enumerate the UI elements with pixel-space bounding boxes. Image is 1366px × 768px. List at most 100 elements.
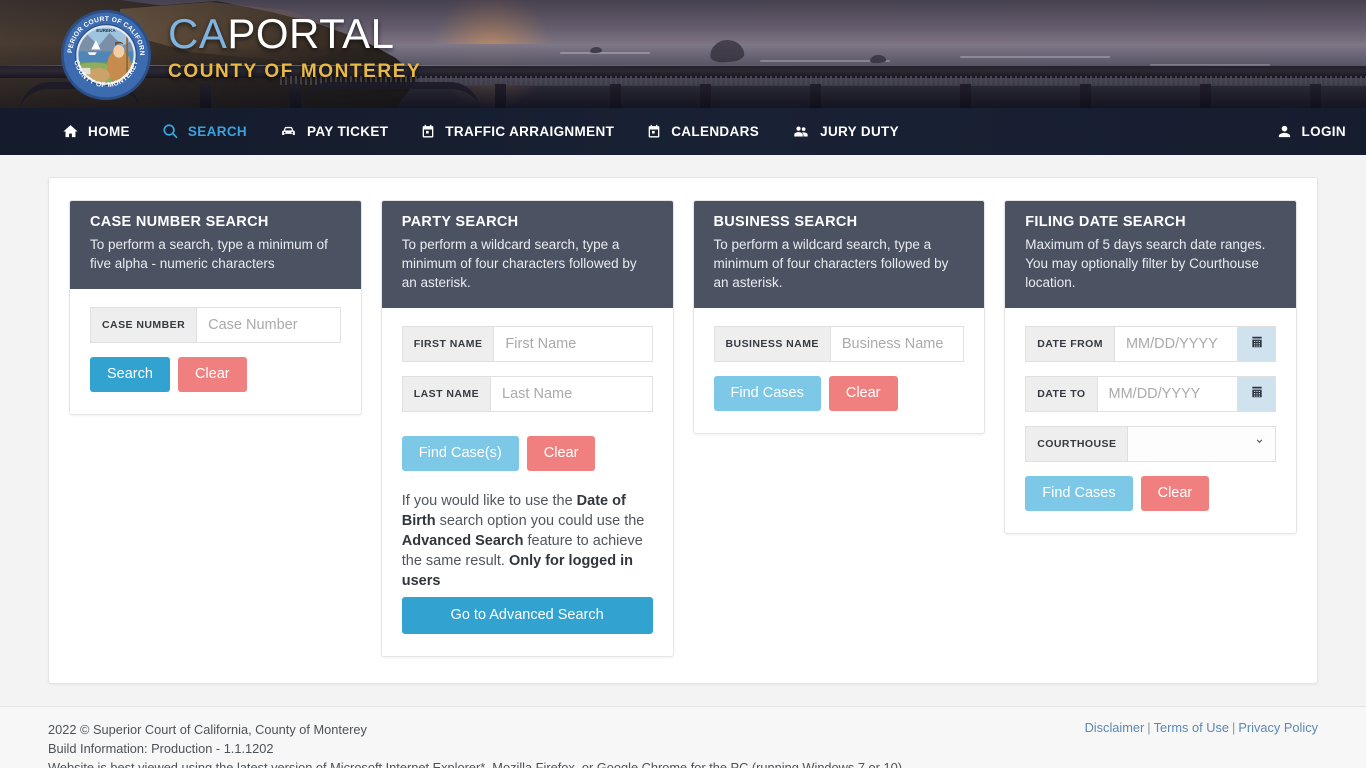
date-to-input-group: DATE TO [1025,376,1276,412]
date-to-calendar-button[interactable] [1238,376,1276,412]
party-advanced-search-hint: If you would like to use the Date of Bir… [402,491,653,591]
go-to-advanced-search-button[interactable]: Go to Advanced Search [401,596,653,634]
panel-header: PARTY SEARCH To perform a wildcard searc… [381,201,673,308]
hint-bold-advanced-search: Advanced Search [401,532,524,549]
business-name-input[interactable] [829,326,965,362]
people-icon [791,123,811,140]
search-icon [162,123,179,140]
brand-title: CAPORTAL [168,13,421,55]
footer-separator: | [1147,719,1151,735]
brand-prefix: CA [168,10,228,57]
nav-item-search[interactable]: SEARCH [162,123,247,140]
hint-part-2: search option you could use the [435,512,645,529]
panel-title: BUSINESS SEARCH [713,214,858,230]
footer-link-terms-of-use[interactable]: Terms of Use [1154,720,1229,735]
footer-build-info: Build Information: Production - 1.1.1202 [48,740,274,756]
panel-header: BUSINESS SEARCH To perform a wildcard se… [693,201,985,308]
courthouse-select[interactable] [1127,426,1276,462]
car-icon [279,123,298,140]
panel-description: To perform a wildcard search, type a min… [713,237,949,290]
date-to-input[interactable] [1096,376,1238,412]
person-icon [1276,123,1293,140]
date-from-input-group: DATE FROM [1025,326,1276,362]
nav-item-label: JURY DUTY [820,124,900,139]
date-from-calendar-button[interactable] [1238,326,1276,362]
page-body: CASE NUMBER SEARCH To perform a search, … [0,177,1366,684]
date-from-label: DATE FROM [1025,326,1114,362]
footer-links: Disclaimer | Terms of Use | Privacy Policy [1085,720,1318,735]
nav-item-calendars[interactable]: CALENDARS [646,123,759,140]
last-name-input[interactable] [490,376,653,412]
filing-date-clear-button[interactable]: Clear [1140,476,1210,511]
filing-date-find-cases-button[interactable]: Find Cases [1025,476,1133,511]
party-find-cases-button[interactable]: Find Case(s) [401,436,519,471]
panel-party-search: PARTY SEARCH To perform a wildcard searc… [380,200,674,657]
business-button-row: Find Cases Clear [713,376,965,411]
nav-item-label: HOME [88,124,130,139]
filing-date-button-row: Find Cases Clear [1025,476,1276,511]
footer-copyright: 2022 © Superior Court of California, Cou… [48,721,367,737]
panel-title: FILING DATE SEARCH [1025,214,1186,230]
first-name-input-group: FIRST NAME [401,326,653,362]
last-name-input-group: LAST NAME [401,376,653,412]
party-clear-button[interactable]: Clear [526,436,596,471]
business-clear-button[interactable]: Clear [828,376,898,411]
brand-subtitle: COUNTY OF MONTEREY [168,61,422,82]
home-icon [62,123,79,140]
panel-description: Maximum of 5 days search date ranges. Yo… [1025,237,1266,290]
panel-case-number-search: CASE NUMBER SEARCH To perform a search, … [69,200,362,415]
business-name-input-group: BUSINESS NAME [713,326,965,362]
calendar-icon [1250,335,1264,354]
nav-item-pay-ticket[interactable]: PAY TICKET [279,123,388,140]
court-seal-logo: SUPERIOR COURT OF CALIFORNIA COUNTY OF M… [57,4,152,101]
nav-item-label: PAY TICKET [307,124,389,139]
footer-link-privacy-policy[interactable]: Privacy Policy [1238,720,1318,735]
courthouse-label: COURTHOUSE [1025,426,1128,462]
footer-link-disclaimer[interactable]: Disclaimer [1085,720,1145,735]
date-from-input[interactable] [1113,326,1238,362]
brand-wordmark: CAPORTAL COUNTY OF MONTEREY [168,13,422,82]
panel-body: CASE NUMBER Search Clear [70,289,361,414]
nav-item-traffic-arraignment[interactable]: TRAFFIC ARRAIGNMENT [420,123,614,140]
last-name-label: LAST NAME [401,376,491,412]
footer-text-block: 2022 © Superior Court of California, Cou… [48,720,906,768]
case-number-search-button[interactable]: Search [90,357,170,392]
case-number-clear-button[interactable]: Clear [177,357,247,392]
svg-text:EUREKA: EUREKA [96,28,116,33]
calendar-icon [1250,385,1264,404]
nav-item-label: LOGIN [1301,124,1346,139]
panel-body: FIRST NAME LAST NAME Find Case(s) Clear … [382,308,673,656]
hint-part-1: If you would like to use the [401,492,577,509]
site-footer: 2022 © Superior Court of California, Cou… [0,705,1366,768]
nav-item-jury-duty[interactable]: JURY DUTY [791,123,899,140]
first-name-input[interactable] [493,326,653,362]
party-button-row: Find Case(s) Clear [401,436,653,471]
business-find-cases-button[interactable]: Find Cases [713,376,821,411]
nav-item-label: TRAFFIC ARRAIGNMENT [445,124,615,139]
first-name-label: FIRST NAME [401,326,494,362]
case-number-input[interactable] [196,307,341,343]
case-number-button-row: Search Clear [90,357,341,392]
nav-item-label: CALENDARS [671,124,760,139]
courthouse-input-group: COURTHOUSE [1025,426,1276,462]
case-number-label: CASE NUMBER [90,307,197,343]
nav-item-label: SEARCH [187,124,248,139]
nav-item-login[interactable]: LOGIN [1276,123,1347,140]
site-header-banner: SUPERIOR COURT OF CALIFORNIA COUNTY OF M… [0,0,1366,108]
panel-header: FILING DATE SEARCH Maximum of 5 days sea… [1005,201,1296,308]
panel-description: To perform a search, type a minimum of f… [90,237,328,271]
business-name-label: BUSINESS NAME [713,326,830,362]
calendar-icon [420,123,436,140]
footer-browser-note: Website is best viewed using the latest … [48,759,906,768]
brand-main: PORTAL [227,10,395,57]
footer-separator: | [1232,719,1236,735]
panel-header: CASE NUMBER SEARCH To perform a search, … [70,201,361,289]
case-number-input-group: CASE NUMBER [90,307,341,343]
courthouse-select-wrap [1127,426,1276,462]
panel-body: DATE FROM DATE TO [1005,308,1296,533]
panel-filing-date-search: FILING DATE SEARCH Maximum of 5 days sea… [1004,200,1297,534]
panel-description: To perform a wildcard search, type a min… [401,237,637,290]
panel-business-search: BUSINESS SEARCH To perform a wildcard se… [692,200,986,434]
panel-title: PARTY SEARCH [401,214,519,230]
nav-item-home[interactable]: HOME [62,123,130,140]
